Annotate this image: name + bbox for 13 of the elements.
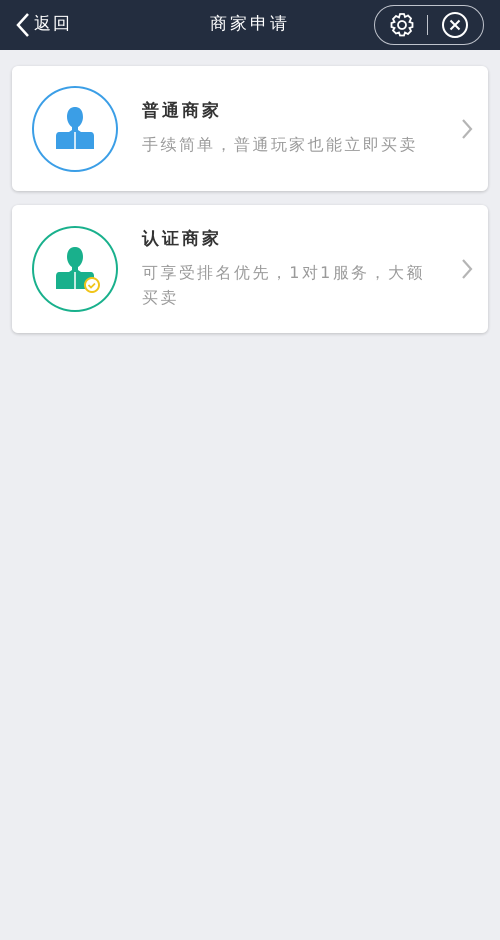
page-title: 商家申请: [210, 13, 290, 36]
option-title: 普通商家: [142, 100, 223, 124]
option-description: 可享受排名优先，1对1服务，大额买卖: [142, 262, 426, 309]
merchant-option-card[interactable]: 认证商家 可享受排名优先，1对1服务，大额买卖: [12, 205, 488, 333]
settings-icon[interactable]: [389, 12, 416, 38]
back-link[interactable]: 返回: [16, 12, 72, 38]
option-description: 手续简单，普通玩家也能立即买卖: [142, 134, 419, 156]
chevron-right-icon: [460, 257, 474, 281]
option-title: 认证商家: [142, 228, 223, 252]
chevron-right-icon: [460, 116, 474, 140]
merchant-option-card[interactable]: 普通商家 手续简单，普通玩家也能立即买卖: [12, 66, 488, 191]
back-icon: [16, 12, 30, 38]
close-icon[interactable]: [440, 11, 469, 39]
